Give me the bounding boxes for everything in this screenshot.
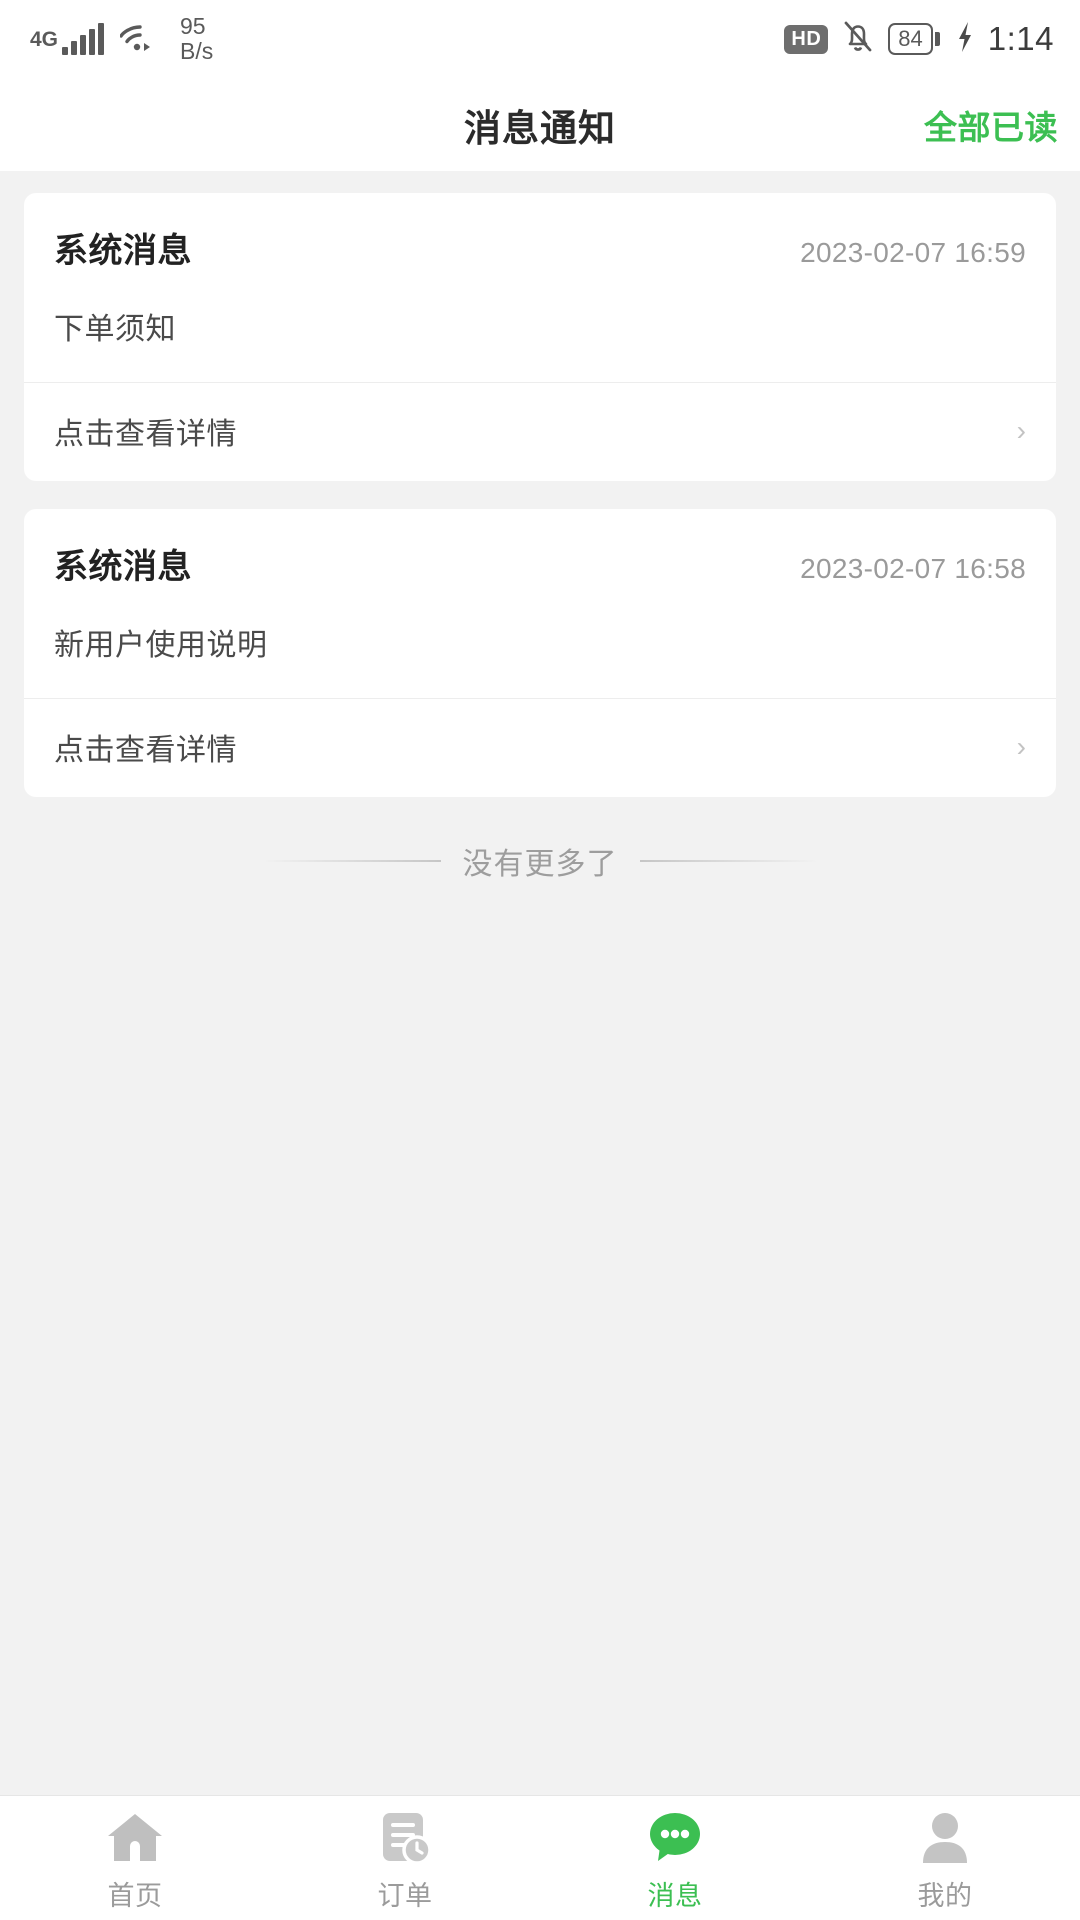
- tab-label-orders: 订单: [377, 1880, 433, 1911]
- message-list: 系统消息 2023-02-07 16:59 下单须知 点击查看详情 › 系统消息…: [0, 171, 1080, 1795]
- message-card-top: 系统消息 2023-02-07 16:59 下单须知: [24, 193, 1056, 382]
- network-speed: 95 B/s: [180, 14, 213, 64]
- message-card[interactable]: 系统消息 2023-02-07 16:58 新用户使用说明 点击查看详情 ›: [24, 509, 1056, 797]
- message-title: 系统消息: [54, 232, 192, 270]
- page-header: 消息通知 全部已读: [0, 78, 1080, 171]
- bell-muted-icon: [841, 19, 875, 60]
- list-end-rule-left: [262, 860, 441, 862]
- message-card-top: 系统消息 2023-02-07 16:58 新用户使用说明: [24, 509, 1056, 698]
- wifi-icon: [119, 21, 160, 58]
- battery-level: 84: [888, 23, 933, 55]
- message-timestamp: 2023-02-07 16:58: [800, 553, 1026, 584]
- page-title: 消息通知: [464, 107, 616, 149]
- tab-profile[interactable]: 我的: [810, 1796, 1080, 1920]
- message-card-header: 系统消息 2023-02-07 16:58: [54, 539, 1026, 588]
- message-detail-link[interactable]: 点击查看详情 ›: [24, 698, 1056, 797]
- home-icon: [106, 1810, 164, 1866]
- order-doc-clock-icon: [377, 1810, 433, 1866]
- message-detail-link[interactable]: 点击查看详情 ›: [24, 382, 1056, 481]
- network-speed-unit: B/s: [180, 38, 214, 64]
- battery-cap: [934, 32, 940, 46]
- tab-orders[interactable]: 订单: [270, 1796, 540, 1920]
- message-card[interactable]: 系统消息 2023-02-07 16:59 下单须知 点击查看详情 ›: [24, 193, 1056, 481]
- network-speed-value: 95: [180, 13, 206, 39]
- signal-bars-icon: [62, 23, 105, 55]
- charging-bolt-icon: [955, 20, 975, 59]
- person-icon: [918, 1810, 972, 1866]
- message-body: 新用户使用说明: [54, 629, 268, 662]
- bottom-navigation: 首页 订单 消息 我的: [0, 1795, 1080, 1920]
- chevron-right-icon: ›: [1016, 415, 1026, 446]
- tab-label-home: 首页: [107, 1880, 163, 1911]
- message-title: 系统消息: [54, 548, 192, 586]
- message-card-header: 系统消息 2023-02-07 16:59: [54, 223, 1026, 272]
- status-bar-right: HD 84 1:14: [784, 19, 1054, 60]
- list-end-rule-right: [639, 860, 818, 862]
- tab-label-profile: 我的: [917, 1880, 973, 1911]
- message-detail-label: 点击查看详情: [54, 418, 237, 451]
- hd-badge: HD: [784, 24, 829, 54]
- list-end-indicator: 没有更多了: [24, 839, 1056, 883]
- mark-all-read-button[interactable]: 全部已读: [924, 101, 1058, 149]
- network-type-label: 4G: [30, 28, 59, 51]
- battery-indicator: 84: [888, 23, 940, 55]
- message-body: 下单须知: [54, 313, 176, 346]
- status-bar: 4G 95 B/s HD 84 1:14: [0, 0, 1080, 78]
- message-bubble-icon: [646, 1810, 704, 1866]
- tab-label-messages: 消息: [647, 1880, 703, 1911]
- chevron-right-icon: ›: [1016, 731, 1026, 762]
- status-bar-clock: 1:14: [987, 20, 1054, 57]
- message-detail-label: 点击查看详情: [54, 734, 237, 767]
- tab-messages[interactable]: 消息: [540, 1796, 810, 1920]
- tab-home[interactable]: 首页: [0, 1796, 270, 1920]
- status-bar-left: 4G 95 B/s: [30, 14, 213, 64]
- list-end-label: 没有更多了: [462, 848, 618, 881]
- message-timestamp: 2023-02-07 16:59: [800, 237, 1026, 268]
